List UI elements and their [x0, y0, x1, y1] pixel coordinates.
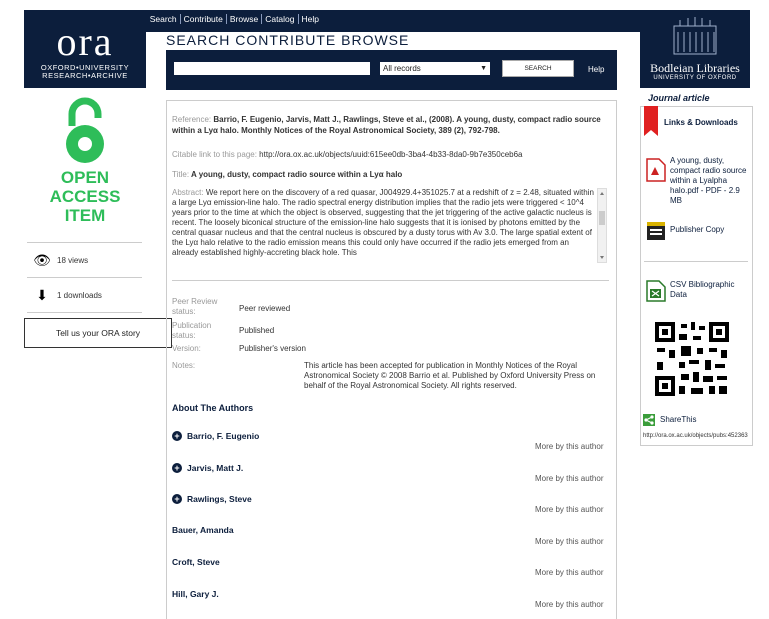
tell-us-story-button[interactable]: Tell us your ORA story — [24, 318, 172, 348]
more-by-author-link[interactable]: More by this author — [535, 537, 603, 546]
share-icon[interactable] — [643, 414, 655, 426]
panel-divider — [644, 261, 748, 262]
record-title: Title: A young, dusty, compact radio sou… — [172, 170, 612, 179]
scrollbar-arrows-icon — [599, 192, 605, 259]
author-name: Croft, Steve — [172, 557, 220, 567]
version-value: Publisher's version — [239, 344, 306, 353]
pdf-download-link[interactable]: A young, dusty, compact radio source wit… — [670, 156, 750, 206]
object-url[interactable]: http://ora.ox.ac.uk/objects/pubs:452363 — [643, 433, 748, 439]
open-access-lock-icon — [66, 97, 104, 163]
publisher-copy-link[interactable]: Publisher Copy — [670, 225, 724, 234]
peer-review-value: Peer reviewed — [239, 304, 291, 313]
more-by-author-link[interactable]: More by this author — [535, 442, 603, 451]
pdf-file-icon[interactable] — [646, 158, 666, 182]
links-downloads-heading: Links & Downloads — [664, 118, 738, 127]
usage-stats: 👁 18 views ⬇ 1 downloads — [27, 242, 142, 313]
author-name: Hill, Gary J. — [172, 589, 219, 599]
ora-logo-line2: RESEARCH•ARCHIVE — [42, 71, 128, 80]
download-arrow-icon: ⬇ — [36, 286, 48, 303]
expand-plus-icon[interactable]: + — [172, 463, 182, 473]
ora-logo[interactable]: ora OXFORD•UNIVERSITY RESEARCH•ARCHIVE — [24, 10, 146, 88]
reference-text: Barrio, F. Eugenio, Jarvis, Matt J., Raw… — [172, 115, 601, 135]
expand-plus-icon[interactable]: + — [172, 494, 182, 504]
open-access-line2: ACCESS — [49, 187, 121, 206]
bodleian-sub: UNIVERSITY OF OXFORD — [653, 75, 737, 81]
open-access-text: OPEN ACCESS ITEM — [24, 168, 146, 225]
peer-review-label: Peer Review status: — [172, 297, 218, 316]
downloads-count: 1 downloads — [57, 290, 102, 300]
authors-heading: About The Authors — [172, 403, 254, 413]
downloads-row: ⬇ 1 downloads — [27, 278, 142, 313]
nav-contribute-link[interactable]: Contribute — [180, 14, 227, 24]
author-item[interactable]: + Barrio, F. Eugenio — [172, 431, 259, 441]
publication-status-label: Publication status: — [172, 321, 212, 340]
sharethis-link[interactable]: ShareThis — [660, 415, 696, 424]
search-button[interactable]: SEARCH — [502, 60, 574, 77]
open-access-line1: OPEN — [60, 168, 110, 187]
author-item[interactable]: Croft, Steve — [172, 557, 220, 567]
abstract-label: Abstract: — [172, 188, 204, 197]
author-item[interactable]: + Jarvis, Matt J. — [172, 463, 243, 473]
version-label: Version: — [172, 344, 201, 353]
csv-file-icon[interactable] — [646, 280, 666, 302]
notes-label: Notes: — [172, 361, 196, 370]
bodleian-name: Bodleian Libraries — [650, 61, 740, 75]
more-by-author-link[interactable]: More by this author — [535, 568, 603, 577]
search-input[interactable] — [174, 62, 370, 75]
views-row: 👁 18 views — [27, 242, 142, 278]
scope-select[interactable]: All records ▼ — [380, 62, 490, 75]
author-name: Rawlings, Steve — [187, 494, 252, 504]
reference: Reference: Barrio, F. Eugenio, Jarvis, M… — [172, 114, 604, 136]
ora-logo-letters: ora — [56, 19, 114, 64]
qr-code-icon — [653, 320, 731, 398]
bookmark-ribbon-icon — [644, 106, 658, 136]
publication-status-value: Published — [239, 326, 275, 335]
nav-help-link[interactable]: Help — [299, 14, 322, 24]
author-item[interactable]: Hill, Gary J. — [172, 589, 219, 599]
author-name: Barrio, F. Eugenio — [187, 431, 260, 441]
more-by-author-link[interactable]: More by this author — [535, 474, 603, 483]
building-icon — [673, 17, 717, 55]
search-header: SEARCH CONTRIBUTE BROWSE — [166, 32, 410, 48]
citable-url[interactable]: http://ora.ox.ac.uk/objects/uuid:615ee0d… — [259, 150, 522, 159]
help-link[interactable]: Help — [588, 65, 604, 74]
csv-bibliographic-link[interactable]: CSV Bibliographic Data — [670, 280, 750, 300]
abstract-scrollbar[interactable] — [597, 188, 607, 263]
citable-link: Citable link to this page: http://ora.ox… — [172, 150, 612, 159]
citable-label: Citable link to this page: — [172, 150, 257, 159]
nav-browse-link[interactable]: Browse — [226, 14, 263, 24]
views-count: 18 views — [57, 255, 89, 265]
notes-value: This article has been accepted for publi… — [304, 361, 596, 390]
eye-icon: 👁 — [33, 251, 51, 268]
reference-label: Reference: — [172, 115, 212, 124]
author-name: Bauer, Amanda — [172, 525, 234, 535]
chevron-down-icon: ▼ — [480, 65, 487, 72]
open-access-line3: ITEM — [64, 206, 106, 225]
scope-select-value: All records — [383, 64, 421, 73]
author-name: Jarvis, Matt J. — [187, 463, 244, 473]
author-item[interactable]: + Rawlings, Steve — [172, 494, 252, 504]
author-item[interactable]: Bauer, Amanda — [172, 525, 234, 535]
expand-plus-icon[interactable]: + — [172, 431, 182, 441]
divider — [172, 280, 609, 281]
publisher-copy-icon[interactable] — [646, 221, 666, 241]
more-by-author-link[interactable]: More by this author — [535, 600, 603, 609]
nav-catalog-link[interactable]: Catalog — [262, 14, 299, 24]
nav-search-link[interactable]: Search — [146, 14, 181, 24]
top-nav: Search Contribute Browse Catalog Help — [146, 14, 322, 24]
abstract-text: We report here on the discovery of a red… — [172, 188, 594, 257]
more-by-author-link[interactable]: More by this author — [535, 505, 603, 514]
title-label: Title: — [172, 170, 190, 179]
record-type: Journal article — [648, 93, 710, 103]
bodleian-logo[interactable]: Bodleian Libraries UNIVERSITY OF OXFORD — [640, 10, 750, 88]
abstract: Abstract: We report here on the discover… — [172, 188, 594, 263]
title-text: A young, dusty, compact radio source wit… — [190, 170, 403, 179]
